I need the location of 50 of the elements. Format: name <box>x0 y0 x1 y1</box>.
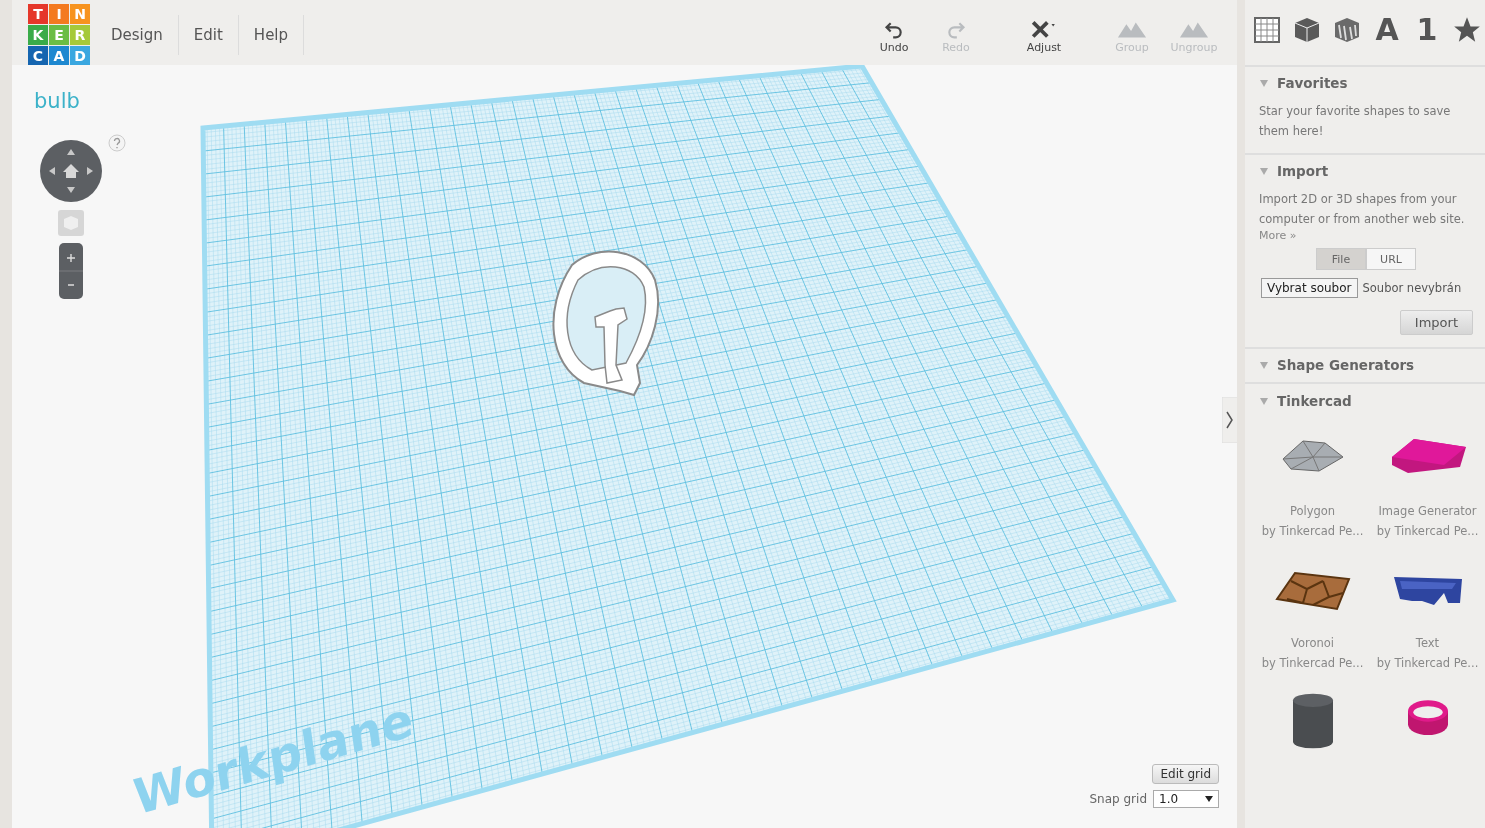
import-button[interactable]: Import <box>1399 310 1473 335</box>
menu-item[interactable]: Edit <box>178 15 239 55</box>
logo-tile: K <box>28 25 48 45</box>
import-description: Import 2D or 3D shapes from your computer or from another web site. <box>1259 191 1466 228</box>
shape-author: by Tinkercad Pe... <box>1376 523 1479 540</box>
logo-tile: T <box>28 4 48 24</box>
source-tab[interactable]: File <box>1316 248 1366 270</box>
shape-author: by Tinkercad Pe... <box>1261 523 1364 540</box>
logo-tile: E <box>49 25 69 45</box>
favorites-hint: Star your favorite shapes to save them here! <box>1259 103 1452 140</box>
grid-icon[interactable] <box>1253 15 1281 44</box>
edit-grid-button[interactable]: Edit grid <box>1152 764 1219 784</box>
shape-name: Text <box>1415 635 1440 652</box>
section-title[interactable]: Shape Generators <box>1277 357 1415 373</box>
menu-item[interactable]: Help <box>238 15 305 55</box>
tinkercad-logo[interactable]: T I N K E R C A D <box>28 4 90 66</box>
logo-tile: N <box>70 4 90 24</box>
logo-tile: A <box>49 46 69 66</box>
menu-item[interactable]: Design <box>96 15 179 55</box>
shape-name: Voronoi <box>1290 635 1334 652</box>
shape-name: Polygon <box>1289 503 1336 520</box>
shape-name: Image Generator <box>1378 503 1477 520</box>
help-icon[interactable] <box>108 134 126 152</box>
category-tab[interactable]: A <box>1373 12 1401 47</box>
section-title[interactable]: Favorites <box>1277 75 1348 91</box>
choose-file-button[interactable]: Vybrat soubor <box>1261 278 1358 298</box>
more-link[interactable]: More » <box>1259 229 1473 242</box>
snap-grid-select[interactable]: 1.0 <box>1153 790 1219 808</box>
source-tab[interactable]: URL <box>1366 248 1416 270</box>
orbit-control[interactable] <box>39 139 103 203</box>
logo-tile: R <box>70 25 90 45</box>
shape-author: by Tinkercad Pe... <box>1376 655 1479 672</box>
category-tab[interactable]: 1 <box>1413 12 1441 47</box>
file-status: Soubor nevybrán <box>1362 281 1462 295</box>
bulb-model[interactable] <box>552 250 660 396</box>
striped-cube-icon[interactable] <box>1333 15 1361 44</box>
cube-icon[interactable] <box>1293 15 1321 44</box>
zoom-control[interactable] <box>59 243 83 299</box>
adjust-button[interactable]: Adjust <box>1013 18 1075 54</box>
group-title[interactable]: Tinkercad <box>1277 393 1352 409</box>
section-title[interactable]: Import <box>1277 163 1329 179</box>
undo-button[interactable]: Undo <box>863 18 925 54</box>
snap-grid-label: Snap grid <box>1089 792 1147 806</box>
logo-tile: C <box>28 46 48 66</box>
star-icon[interactable] <box>1453 15 1481 44</box>
shape-author: by Tinkercad Pe... <box>1261 655 1364 672</box>
logo-tile: I <box>49 4 69 24</box>
dropdown-arrow-icon <box>1205 796 1213 802</box>
logo-tile: D <box>70 46 90 66</box>
collapse-panel-toggle[interactable] <box>1222 397 1237 443</box>
